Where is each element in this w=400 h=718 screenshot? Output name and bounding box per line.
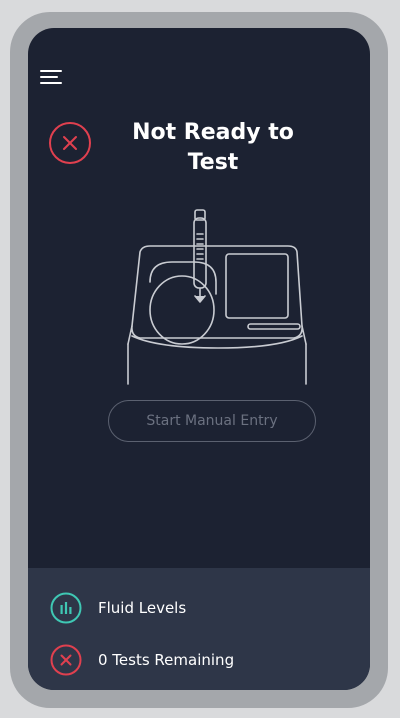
fluid-levels-item[interactable]: Fluid Levels (50, 590, 186, 626)
tests-remaining-label: 0 Tests Remaining (98, 651, 235, 669)
fluid-levels-status (50, 592, 82, 624)
tests-remaining-status (50, 644, 82, 676)
page-title: Not Ready to Test (132, 120, 294, 175)
close-icon (49, 122, 91, 164)
start-manual-entry-button[interactable]: Start Manual Entry (108, 400, 316, 442)
app-screen: Not Ready to Test Start Manual Entry Flu… (28, 28, 370, 690)
close-icon (50, 644, 82, 676)
status-panel: Fluid Levels 0 Tests Remaining (28, 568, 370, 690)
test-device-with-sample-tube-icon (127, 209, 307, 385)
bar-chart-icon (50, 592, 82, 624)
hamburger-menu-icon (40, 70, 62, 84)
tests-remaining-item[interactable]: 0 Tests Remaining (50, 642, 234, 678)
not-ready-status (48, 121, 92, 165)
fluid-levels-label: Fluid Levels (98, 599, 187, 617)
hamburger-menu-button[interactable] (40, 68, 62, 86)
